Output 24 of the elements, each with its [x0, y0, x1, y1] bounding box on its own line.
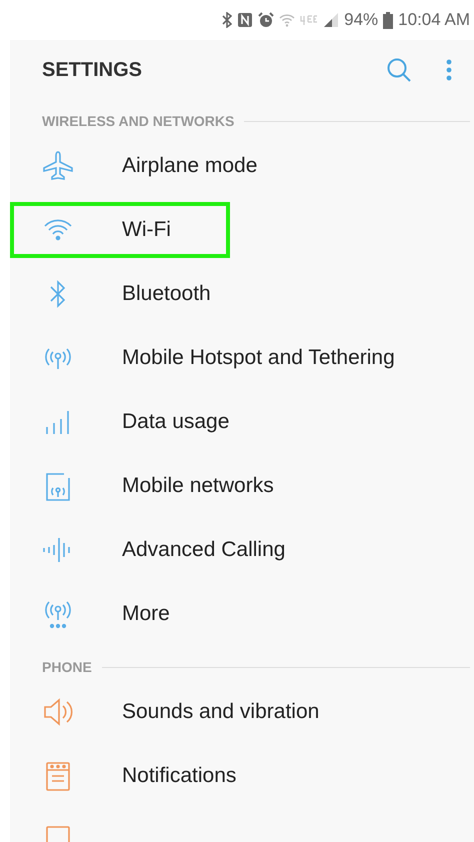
menu-item-label[interactable]: Wi-Fi	[122, 218, 171, 242]
bluetooth-icon	[222, 12, 232, 28]
menu-item-label[interactable]: Notifications	[122, 764, 236, 788]
battery-icon	[383, 12, 394, 28]
more-options-icon[interactable]	[446, 59, 452, 81]
section-header: WIRELESS AND NETWORKS	[42, 113, 234, 129]
section-header: PHONE	[42, 659, 92, 675]
clock: 10:04 AM	[398, 10, 470, 30]
menu-item-label[interactable]: Bluetooth	[122, 282, 211, 306]
menu-item-label[interactable]: Sounds and vibration	[122, 700, 320, 724]
battery-percentage: 94%	[344, 10, 378, 30]
menu-item-label[interactable]: More	[122, 602, 170, 626]
menu-item-label[interactable]: Advanced Calling	[122, 538, 286, 562]
signal-icon	[323, 12, 340, 28]
wifi-signal-icon	[279, 12, 296, 28]
page-title: SETTINGS	[42, 58, 144, 82]
menu-item-label[interactable]: Airplane mode	[122, 154, 258, 178]
menu-item-label[interactable]: Mobile networks	[122, 474, 274, 498]
menu-item-label[interactable]: Data usage	[122, 410, 230, 434]
lte-icon	[300, 15, 318, 25]
alarm-icon	[258, 12, 274, 28]
nfc-icon	[237, 12, 254, 28]
menu-item-label[interactable]: Mobile Hotspot and Tethering	[122, 346, 395, 370]
search-icon[interactable]	[386, 57, 412, 83]
